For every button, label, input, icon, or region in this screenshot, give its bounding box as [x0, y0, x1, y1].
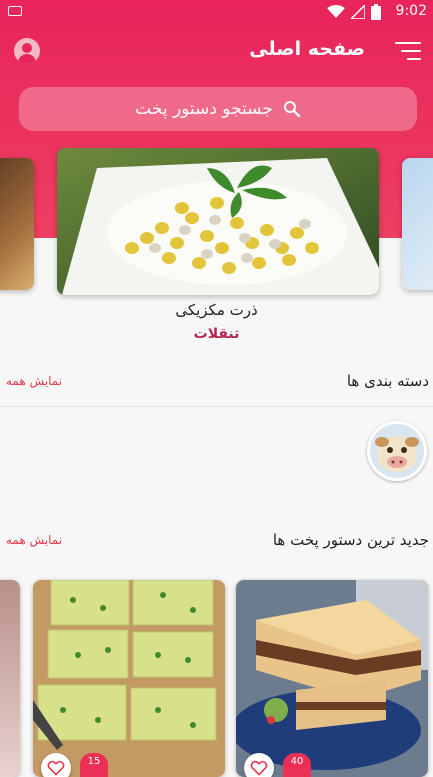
latest-recipes-see-all-link[interactable]: نمایش همه	[6, 533, 62, 547]
slide-previous[interactable]	[0, 158, 34, 290]
status-icons	[327, 4, 381, 20]
search-bar[interactable]: جستجو دستور پخت	[19, 87, 417, 131]
app-bar: صفحه اصلی	[0, 24, 433, 80]
recipe-card-partial[interactable]	[0, 580, 20, 777]
likes-count-badge: 15	[80, 753, 108, 777]
like-button[interactable]	[41, 753, 71, 777]
signal-icon	[351, 5, 365, 19]
status-bar: 9:02	[0, 0, 433, 24]
featured-recipe-category: تنقلات	[193, 326, 240, 342]
status-time: 9:02	[395, 3, 427, 19]
latest-recipes-header: جدید ترین دستور پخت ها نمایش همه	[0, 527, 433, 557]
section-divider	[0, 406, 433, 407]
recipe-card[interactable]: 15	[33, 580, 225, 777]
search-icon	[283, 101, 301, 118]
categories-header: دسته بندی ها نمایش همه	[0, 368, 433, 398]
account-circle-icon[interactable]	[14, 38, 40, 64]
category-item[interactable]	[367, 421, 427, 481]
hamburger-menu-icon[interactable]	[395, 40, 421, 62]
search-placeholder: جستجو دستور پخت	[135, 99, 273, 119]
latest-recipes-title: جدید ترین دستور پخت ها	[272, 531, 429, 549]
recipe-card[interactable]: 40	[236, 580, 428, 777]
page-title: صفحه اصلی	[249, 38, 365, 60]
slide-next[interactable]	[402, 158, 433, 290]
categories-see-all-link[interactable]: نمایش همه	[6, 374, 62, 388]
categories-title: دسته بندی ها	[346, 372, 429, 390]
featured-recipe-title: ذرت مکزیکی	[175, 301, 258, 319]
likes-count-badge: 40	[283, 753, 311, 777]
heart-outline-icon	[47, 760, 65, 776]
battery-icon	[371, 4, 381, 20]
featured-recipe-image[interactable]	[57, 148, 379, 295]
heart-outline-icon	[250, 760, 268, 776]
keyboard-icon	[8, 6, 22, 16]
wifi-icon	[327, 5, 345, 18]
like-button[interactable]	[244, 753, 274, 777]
